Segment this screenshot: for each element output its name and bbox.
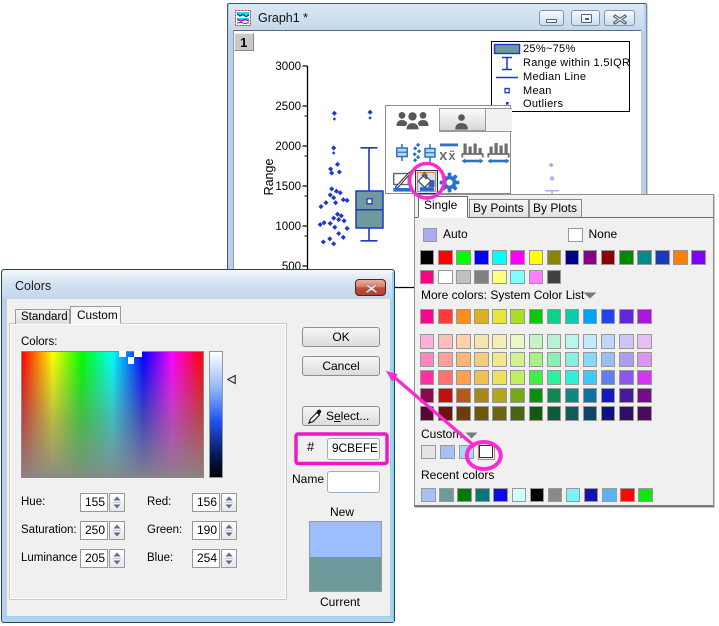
svg-text:Range: Range — [262, 159, 276, 196]
svg-text:1500: 1500 — [275, 181, 301, 193]
svg-text:x̃: x̃ — [449, 149, 456, 161]
svg-text:3000: 3000 — [275, 61, 301, 73]
svg-text:2500: 2500 — [275, 101, 301, 113]
svg-text:x: x — [440, 147, 448, 161]
svg-text:1000: 1000 — [275, 221, 301, 233]
svg-text:2000: 2000 — [275, 141, 301, 153]
